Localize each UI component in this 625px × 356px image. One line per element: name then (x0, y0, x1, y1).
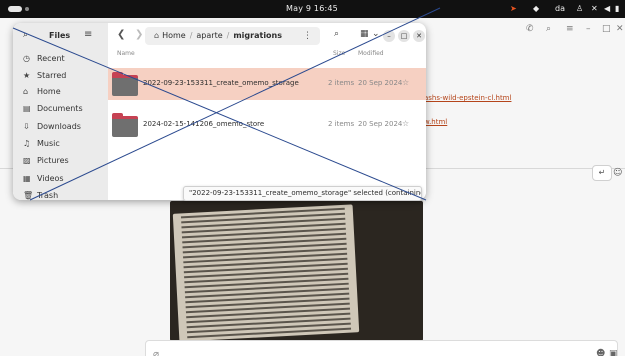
document-icon: ▤ (23, 104, 31, 113)
sidebar-item-recent[interactable]: ◷ Recent (23, 54, 65, 68)
close-button[interactable]: ✕ (413, 30, 425, 42)
maximize-icon[interactable]: □ (602, 24, 611, 34)
sidebar-item-music[interactable]: ♫ Music (23, 139, 60, 153)
folder-icon (112, 72, 138, 96)
sidebar-item-starred[interactable]: ★ Starred (23, 71, 66, 85)
telegram-icon[interactable]: ➤ (510, 4, 517, 13)
lock-icon[interactable]: ▣ (609, 349, 618, 356)
chat-link[interactable]: ashs-wild-epstein-cl.html (424, 94, 511, 102)
sidebar-item-trash[interactable]: 🗑 Trash (23, 191, 58, 200)
maximize-button[interactable]: □ (398, 30, 410, 42)
path-current[interactable]: migrations (233, 31, 282, 40)
star-icon[interactable]: ☆ (402, 78, 409, 87)
music-icon: ♫ (23, 139, 31, 148)
sidebar-item-documents[interactable]: ▤ Documents (23, 104, 83, 118)
trash-icon: 🗑 (23, 191, 34, 200)
file-row[interactable]: 2022-09-23-153311_create_omemo_storage 2… (108, 68, 426, 100)
file-size: 2 items (328, 120, 355, 128)
path-parent[interactable]: aparte (196, 31, 222, 40)
sidebar-item-home[interactable]: ⌂ Home (23, 87, 61, 101)
chevron-down-icon[interactable]: ⌄ (372, 29, 380, 39)
menu-icon[interactable]: ≡ (566, 24, 574, 34)
file-date: 20 Sep 2024 (358, 79, 403, 87)
star-icon: ★ (23, 71, 31, 80)
file-name: 2022-09-23-153311_create_omemo_storage (143, 79, 299, 87)
star-icon[interactable]: ☆ (402, 119, 409, 128)
download-icon: ⇩ (23, 122, 30, 131)
files-sidebar: ⌕ Files ≡ ◷ Recent ★ Starred ⌂ Home ▤ Docume… (13, 23, 108, 200)
clock[interactable]: May 9 16:45 (286, 4, 338, 13)
selection-status: "2022-09-23-153311_create_omemo_storage"… (183, 186, 422, 201)
network-icon[interactable]: ◆ (533, 4, 539, 13)
file-date: 20 Sep 2024 (358, 120, 403, 128)
files-window: ⌕ Files ≡ ◷ Recent ★ Starred ⌂ Home ▤ Docume… (13, 23, 426, 200)
minimize-button[interactable]: – (383, 30, 395, 42)
battery-icon[interactable]: ▮ (615, 4, 619, 13)
column-header-modified[interactable]: Modified (358, 50, 384, 57)
picture-icon: ▨ (23, 156, 31, 165)
top-bar: May 9 16:45 ➤ ◆ da ♙ ✕ ◀ ▮ (0, 0, 625, 18)
chat-link[interactable]: w.html (424, 118, 447, 126)
back-button[interactable]: ❮ (117, 29, 125, 40)
file-name: 2024-02-15-141206_omemo_store (143, 120, 265, 128)
file-size: 2 items (328, 79, 355, 87)
home-icon: ⌂ (23, 87, 29, 96)
reply-button[interactable]: ↵ (592, 165, 612, 181)
accessibility-icon[interactable]: ♙ (576, 4, 583, 13)
emoji-icon[interactable]: ☺ (613, 168, 622, 178)
file-row[interactable]: 2024-02-15-141206_omemo_store 2 items 20… (108, 109, 426, 141)
path-separator: / (189, 31, 193, 40)
search-icon[interactable]: ⌕ (23, 30, 28, 40)
lang-indicator[interactable]: da (555, 4, 565, 13)
workspace-dot (25, 7, 29, 11)
bg-header: ✆ ⌕ ≡ – □ ✕ (430, 18, 625, 44)
sidebar-item-videos[interactable]: ▦ Videos (23, 174, 64, 188)
column-header-size[interactable]: Size (333, 50, 345, 57)
call-icon[interactable]: ✆ (526, 24, 534, 34)
home-icon: ⌂ (154, 31, 160, 40)
path-separator: / (226, 31, 230, 40)
column-header-name[interactable]: Name (117, 50, 135, 57)
message-composer[interactable]: ⌀ ☻ ▣ (145, 340, 618, 356)
files-main: ❮ ❯ ⌂ Home / aparte / migrations ⋮ ⌕ ▦ ⌄ – □ … (108, 23, 426, 200)
close-icon[interactable]: ✕ (616, 24, 624, 34)
search-icon[interactable]: ⌕ (546, 24, 551, 34)
clock-icon: ◷ (23, 54, 30, 63)
path-home[interactable]: Home (162, 31, 186, 40)
book-photo (170, 201, 423, 341)
book-page (172, 204, 360, 341)
no-signal-icon[interactable]: ✕ (591, 4, 598, 13)
sidebar-item-downloads[interactable]: ⇩ Downloads (23, 122, 81, 136)
activities-indicator[interactable] (8, 6, 22, 12)
mute-icon[interactable]: ◀ (604, 4, 610, 13)
view-grid-icon[interactable]: ▦ (360, 29, 369, 39)
sidebar-title: Files (49, 31, 71, 40)
forward-button[interactable]: ❯ (135, 29, 143, 40)
emoji-icon[interactable]: ☻ (596, 349, 605, 356)
sidebar-item-pictures[interactable]: ▨ Pictures (23, 156, 69, 170)
folder-icon (112, 113, 138, 137)
path-bar[interactable]: ⌂ Home / aparte / migrations ⋮ (145, 27, 320, 45)
menu-icon[interactable]: ≡ (84, 29, 92, 40)
minimize-icon[interactable]: – (586, 24, 591, 34)
attach-icon[interactable]: ⌀ (153, 349, 159, 356)
search-folder-icon[interactable]: ⌕ (334, 29, 339, 39)
path-menu-icon[interactable]: ⋮ (303, 27, 312, 45)
video-icon: ▦ (23, 174, 31, 183)
